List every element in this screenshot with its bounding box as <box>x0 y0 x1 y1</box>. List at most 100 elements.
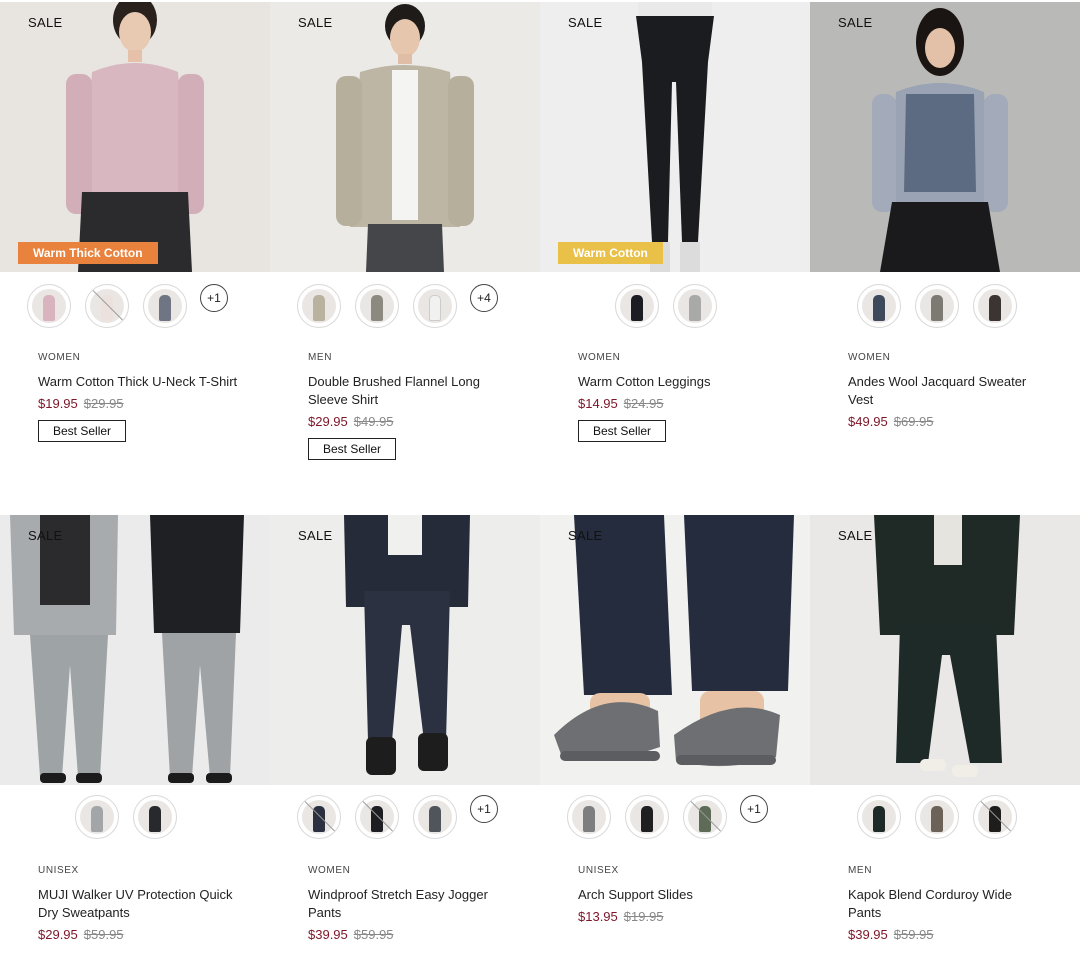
original-price: $59.95 <box>83 927 124 942</box>
product-image[interactable]: SALE <box>270 515 540 785</box>
product-grid: SALE Warm Thick Cotton +1 WOMEN Warm Cot… <box>0 0 1080 971</box>
product-category: WOMEN <box>578 352 621 363</box>
product-card[interactable]: SALE WOMEN Andes Wool Jacquard Sweater V… <box>810 2 1080 429</box>
product-image[interactable]: SALE <box>270 2 540 272</box>
best-seller-badge: Best Seller <box>308 438 397 460</box>
original-price: $59.95 <box>353 927 394 942</box>
swatch-black-unavailable[interactable] <box>973 795 1017 839</box>
product-image[interactable]: SALE <box>810 2 1080 272</box>
product-category: MEN <box>308 352 333 363</box>
original-price: $49.95 <box>353 414 394 429</box>
product-category: WOMEN <box>308 865 351 876</box>
sale-price: $14.95 <box>578 396 618 411</box>
more-colors-button[interactable]: +1 <box>740 795 768 823</box>
sale-label: SALE <box>298 15 333 30</box>
color-swatches: +1 <box>270 791 540 843</box>
product-photo <box>540 515 810 785</box>
swatch-gray[interactable] <box>75 795 119 839</box>
sale-label: SALE <box>568 15 603 30</box>
product-category: WOMEN <box>38 352 81 363</box>
sale-label: SALE <box>28 15 63 30</box>
swatch-brown[interactable] <box>973 284 1017 328</box>
product-photo <box>0 2 270 272</box>
color-swatches <box>810 791 1080 843</box>
product-card[interactable]: SALE +4 MEN Double Brushed Flannel Long … <box>270 2 540 460</box>
best-seller-badge: Best Seller <box>38 420 127 442</box>
swatch-khaki[interactable] <box>915 284 959 328</box>
product-name[interactable]: Warm Cotton Leggings <box>578 373 778 391</box>
product-name[interactable]: Arch Support Slides <box>578 886 778 904</box>
product-card[interactable]: SALE +1 UNISEX Arch Support Slides $13.9… <box>540 515 810 924</box>
swatch-navy-unavailable[interactable] <box>297 795 341 839</box>
product-name[interactable]: Windproof Stretch Easy Jogger Pants <box>308 886 508 922</box>
product-image[interactable]: SALE Warm Cotton <box>540 2 810 272</box>
product-name[interactable]: Kapok Blend Corduroy Wide Pants <box>848 886 1048 922</box>
product-card[interactable]: SALE Warm Cotton WOMEN Warm Cotton Leggi… <box>540 2 810 442</box>
swatch-gray[interactable] <box>143 284 187 328</box>
product-price: $29.95 $59.95 <box>38 927 238 942</box>
swatch-black[interactable] <box>625 795 669 839</box>
swatch-beige[interactable] <box>297 284 341 328</box>
swatch-green-unavailable[interactable] <box>683 795 727 839</box>
product-image[interactable]: SALE <box>810 515 1080 785</box>
sale-price: $49.95 <box>848 414 888 429</box>
swatch-white-unavailable[interactable] <box>85 284 129 328</box>
swatch-charcoal[interactable] <box>413 795 457 839</box>
sale-price: $29.95 <box>38 927 78 942</box>
swatch-gray[interactable] <box>673 284 717 328</box>
product-card[interactable]: SALE UNISEX MUJI Walker UV Protection Qu… <box>0 515 270 942</box>
more-colors-button[interactable]: +1 <box>200 284 228 312</box>
product-name[interactable]: Warm Cotton Thick U-Neck T-Shirt <box>38 373 238 391</box>
product-price: $39.95 $59.95 <box>848 927 1048 942</box>
product-image[interactable]: SALE <box>540 515 810 785</box>
product-info: WOMEN Andes Wool Jacquard Sweater Vest $… <box>848 352 1048 429</box>
swatch-black-unavailable[interactable] <box>355 795 399 839</box>
swatch-brown[interactable] <box>915 795 959 839</box>
swatch-dark-green[interactable] <box>857 795 901 839</box>
swatch-pink[interactable] <box>27 284 71 328</box>
product-category: UNISEX <box>578 865 619 876</box>
product-price: $14.95 $24.95 <box>578 396 778 411</box>
swatch-black[interactable] <box>615 284 659 328</box>
sale-price: $13.95 <box>578 909 618 924</box>
original-price: $19.95 <box>623 909 664 924</box>
product-card[interactable]: SALE MEN Kapok Blend Corduroy Wide Pants… <box>810 515 1080 942</box>
color-swatches: +4 <box>270 280 540 332</box>
swatch-navy[interactable] <box>857 284 901 328</box>
product-info: WOMEN Windproof Stretch Easy Jogger Pant… <box>308 865 508 942</box>
sale-price: $39.95 <box>848 927 888 942</box>
product-card[interactable]: SALE +1 WOMEN Windproof Stretch Easy Jog… <box>270 515 540 942</box>
swatch-black[interactable] <box>133 795 177 839</box>
swatch-check[interactable] <box>355 284 399 328</box>
original-price: $29.95 <box>83 396 124 411</box>
sale-label: SALE <box>298 528 333 543</box>
product-info: UNISEX Arch Support Slides $13.95 $19.95 <box>578 865 778 924</box>
sale-price: $19.95 <box>38 396 78 411</box>
product-name[interactable]: Andes Wool Jacquard Sweater Vest <box>848 373 1048 409</box>
more-colors-button[interactable]: +1 <box>470 795 498 823</box>
product-price: $19.95 $29.95 <box>38 396 238 411</box>
product-info: MEN Double Brushed Flannel Long Sleeve S… <box>308 352 508 460</box>
product-price: $13.95 $19.95 <box>578 909 778 924</box>
swatch-white[interactable] <box>413 284 457 328</box>
sale-price: $29.95 <box>308 414 348 429</box>
best-seller-badge: Best Seller <box>578 420 667 442</box>
color-swatches <box>0 791 270 843</box>
more-colors-button[interactable]: +4 <box>470 284 498 312</box>
color-swatches: +1 <box>540 791 810 843</box>
product-image[interactable]: SALE Warm Thick Cotton <box>0 2 270 272</box>
swatch-gray[interactable] <box>567 795 611 839</box>
product-photo <box>540 2 810 272</box>
sale-label: SALE <box>838 15 873 30</box>
product-name[interactable]: Double Brushed Flannel Long Sleeve Shirt <box>308 373 508 409</box>
product-name[interactable]: MUJI Walker UV Protection Quick Dry Swea… <box>38 886 238 922</box>
feature-tag: Warm Thick Cotton <box>18 242 158 264</box>
product-category: UNISEX <box>38 865 79 876</box>
color-swatches <box>540 280 810 332</box>
product-photo <box>270 515 540 785</box>
product-photo <box>270 2 540 272</box>
original-price: $24.95 <box>623 396 664 411</box>
product-price: $39.95 $59.95 <box>308 927 508 942</box>
product-image[interactable]: SALE <box>0 515 270 785</box>
product-card[interactable]: SALE Warm Thick Cotton +1 WOMEN Warm Cot… <box>0 2 270 442</box>
